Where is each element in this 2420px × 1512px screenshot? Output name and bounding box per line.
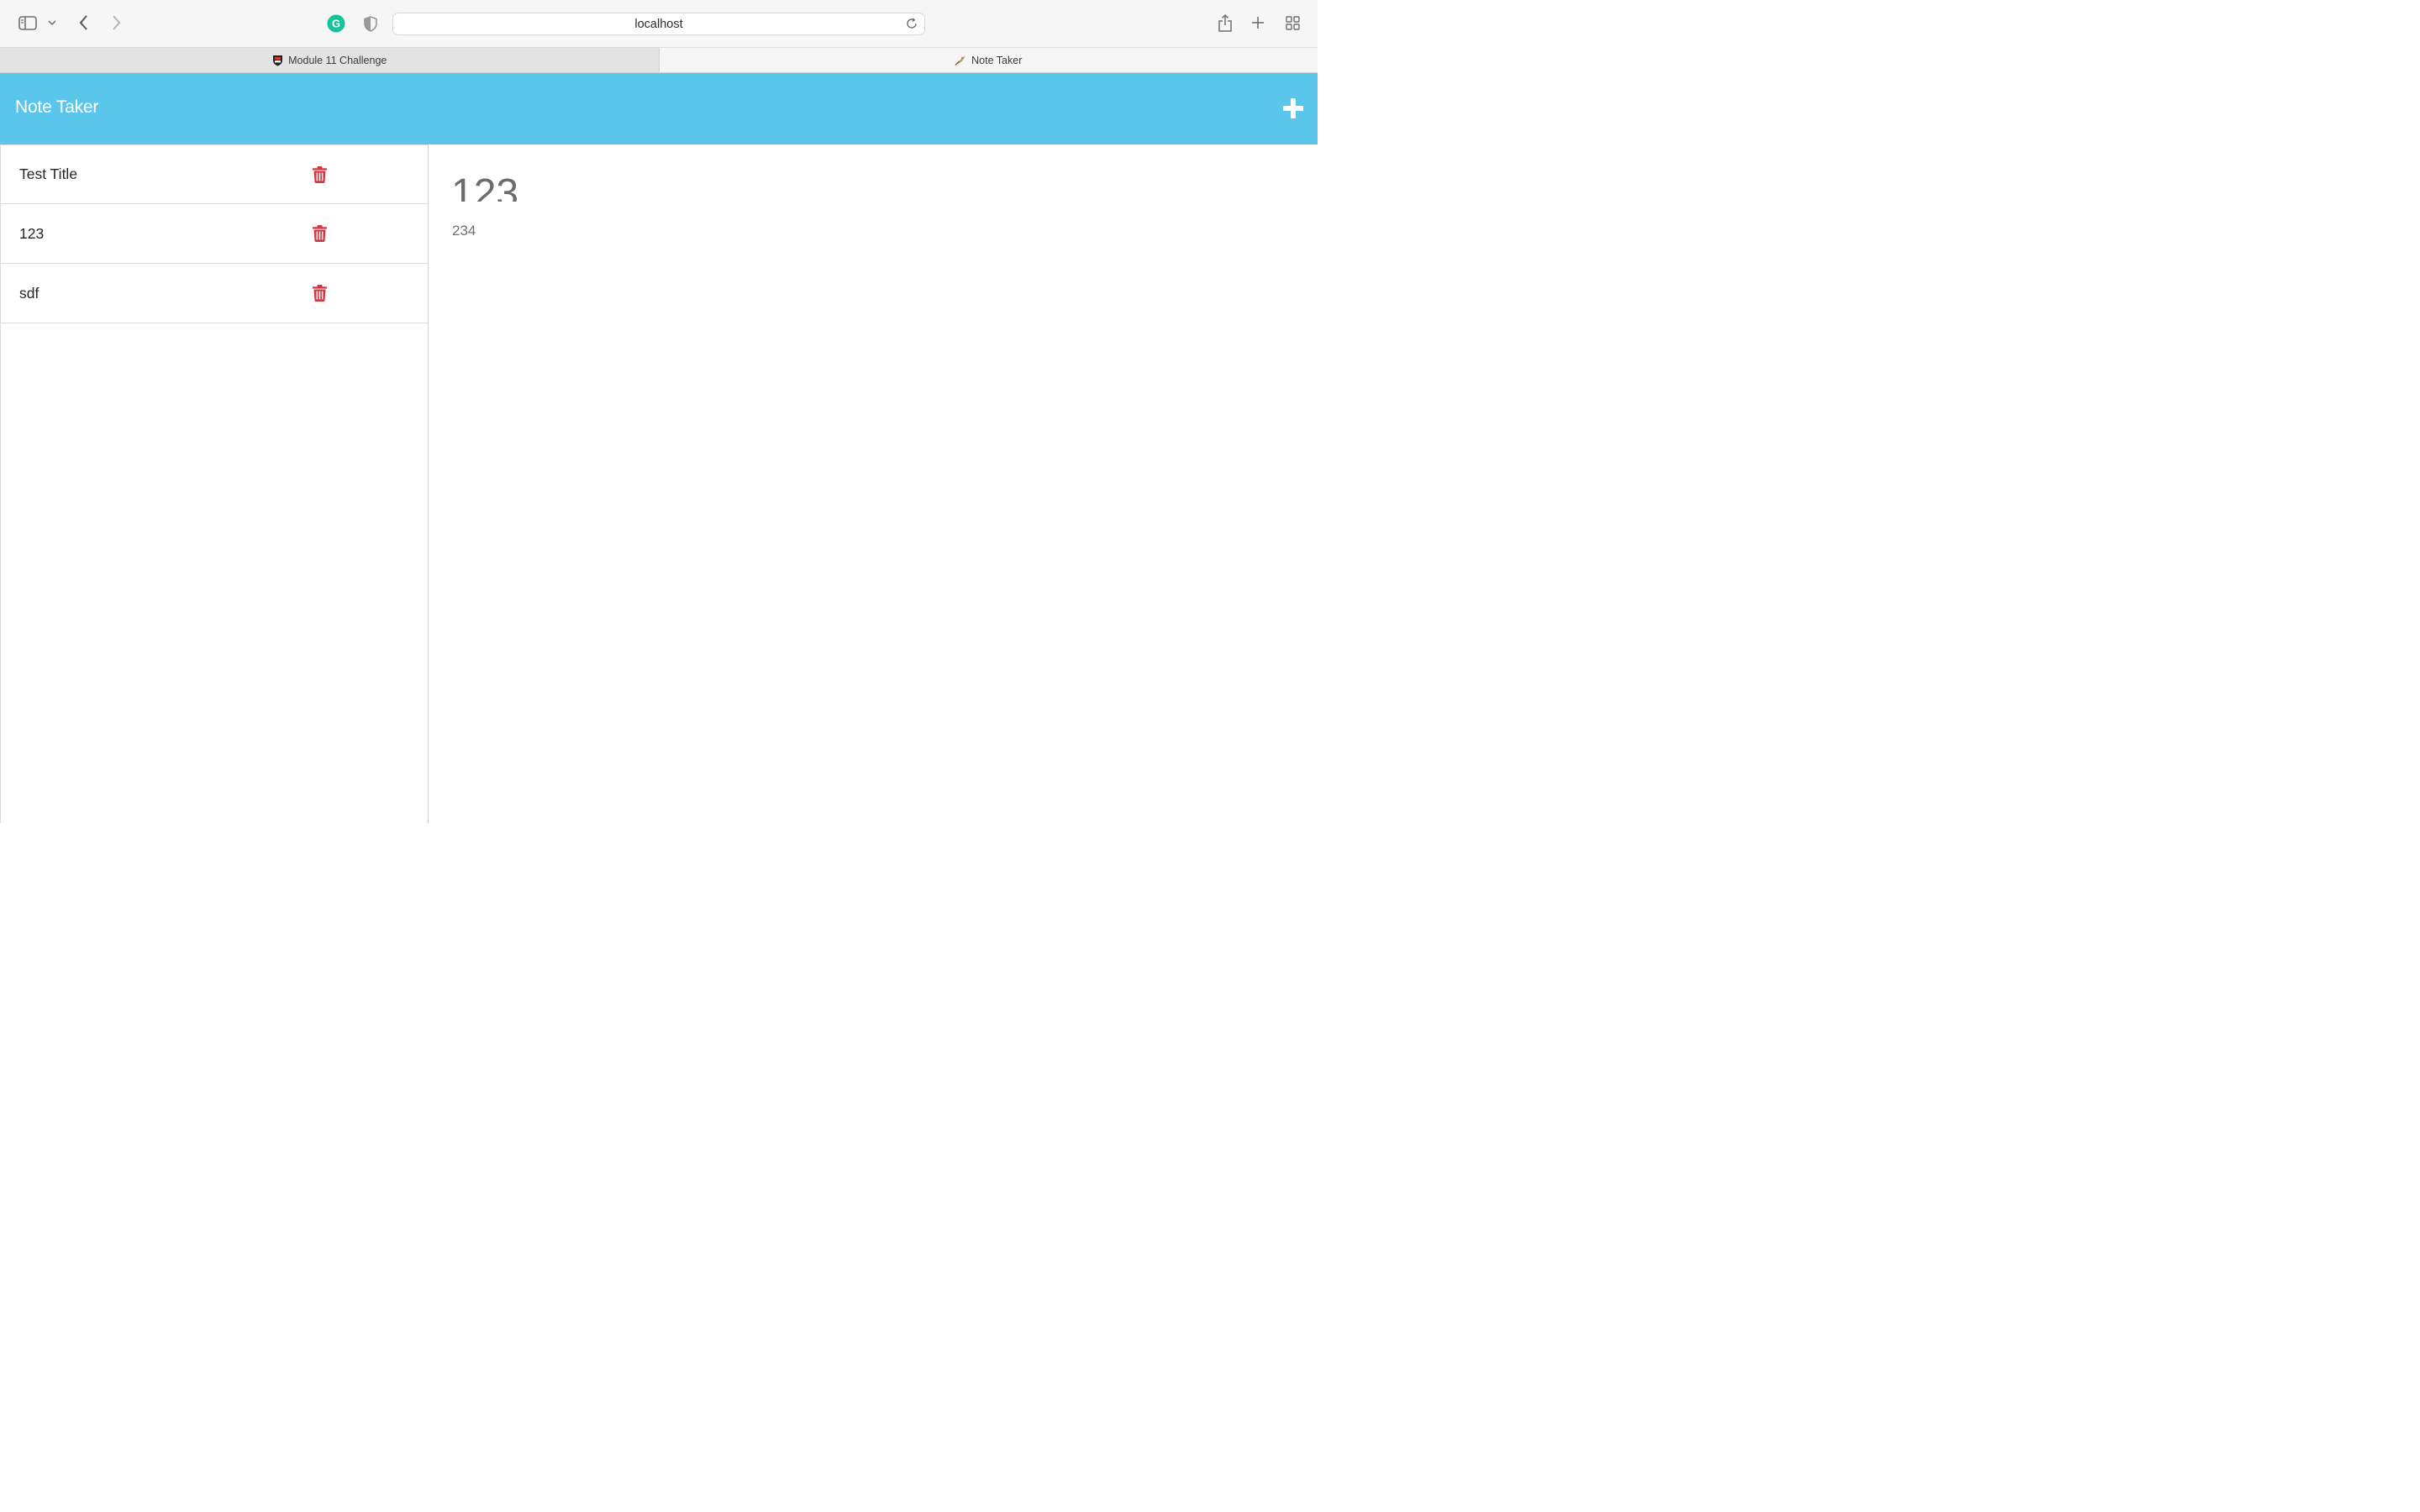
quill-pen-icon [955,55,966,66]
trash-icon[interactable] [311,224,328,243]
list-item[interactable]: 123 [1,204,428,264]
tab-overview-icon[interactable] [1284,14,1301,31]
browser-toolbar: G localhost [0,0,1318,48]
tab-module-11-challenge[interactable]: Module 11 Challenge [0,48,660,72]
forward-icon[interactable] [108,13,124,32]
trash-icon[interactable] [311,284,328,302]
note-item-title: 123 [19,224,45,242]
address-bar[interactable]: localhost [392,13,925,35]
sidebar-toggle-icon[interactable] [18,15,37,30]
app-header: Note Taker [0,73,1318,144]
list-item[interactable]: Test Title [1,144,428,204]
app-title[interactable]: Note Taker [15,97,98,118]
tab-note-taker[interactable]: Note Taker [659,48,1318,72]
note-item-title: sdf [19,284,39,302]
reload-icon[interactable] [904,16,919,31]
new-note-button[interactable] [1281,96,1306,121]
note-textarea[interactable]: 234 [452,223,476,239]
shield-crest-icon [271,55,283,66]
tab-label: Module 11 Challenge [288,54,387,66]
new-tab-icon[interactable] [1249,14,1266,31]
trash-icon[interactable] [311,165,328,184]
grammarly-icon[interactable]: G [327,14,345,33]
svg-text:G: G [332,18,340,30]
privacy-shield-icon[interactable] [362,15,379,32]
note-item-title: Test Title [19,165,78,182]
back-icon[interactable] [76,13,91,32]
url-text: localhost [634,17,683,31]
note-title-input[interactable]: 123 [451,163,955,202]
chevron-down-icon[interactable] [47,17,57,29]
note-list: Test Title 123 sdf [1,144,428,323]
tab-label: Note Taker [971,54,1023,66]
tab-strip: Module 11 Challenge Note Taker [0,48,1318,73]
note-list-panel: Test Title 123 sdf [0,144,429,823]
plus-icon [1283,98,1303,118]
list-item[interactable]: sdf [1,264,428,323]
note-editor: 123 234 [429,144,1318,823]
share-icon[interactable] [1216,13,1234,33]
